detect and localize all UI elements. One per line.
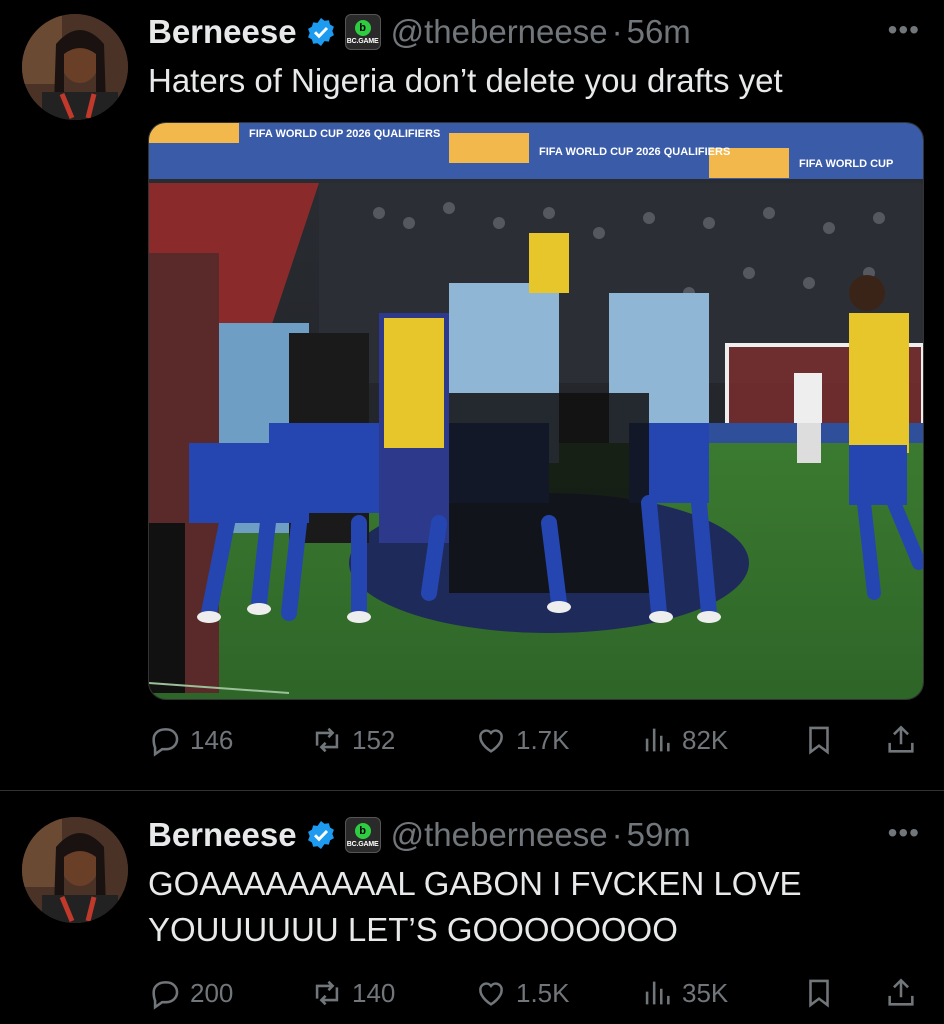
- tweet-media[interactable]: FIFA WORLD CUP 2026 QUALIFIERS FIFA WORL…: [148, 122, 924, 700]
- tweet-2[interactable]: Berneese b BC.GAME @theberneese · 59m ••…: [0, 791, 944, 1024]
- reply-count: 200: [190, 977, 234, 1008]
- repost-icon: [315, 980, 339, 1006]
- reply-button[interactable]: 146: [148, 720, 233, 760]
- views-button[interactable]: 82K: [640, 720, 728, 760]
- reply-icon: [152, 728, 179, 757]
- share-button[interactable]: [884, 720, 926, 760]
- heart-icon: [479, 729, 503, 753]
- more-options-icon[interactable]: •••: [888, 817, 920, 849]
- timestamp[interactable]: 56m: [627, 13, 691, 51]
- media-photo: FIFA WORLD CUP 2026 QUALIFIERS FIFA WORL…: [149, 123, 923, 699]
- like-button[interactable]: 1.7K: [474, 720, 570, 760]
- handle[interactable]: @theberneese: [391, 816, 608, 854]
- like-button[interactable]: 1.5K: [474, 973, 570, 1013]
- tweet-header: Berneese b BC.GAME @theberneese · 59m: [148, 815, 691, 855]
- like-count: 1.7K: [516, 724, 570, 755]
- affiliate-badge[interactable]: b BC.GAME: [344, 817, 381, 853]
- bookmark-icon: [809, 726, 829, 755]
- reply-icon: [152, 981, 179, 1010]
- avatar[interactable]: [22, 817, 128, 923]
- timestamp[interactable]: 59m: [627, 816, 691, 854]
- bookmark-button[interactable]: [802, 973, 844, 1013]
- affiliate-badge[interactable]: b BC.GAME: [344, 14, 381, 50]
- verified-badge-icon[interactable]: [305, 16, 337, 48]
- repost-button[interactable]: 140: [310, 973, 395, 1013]
- separator-dot: ·: [611, 13, 623, 50]
- share-button[interactable]: [884, 973, 926, 1013]
- repost-count: 140: [352, 977, 396, 1008]
- views-icon: [645, 728, 670, 752]
- views-button[interactable]: 35K: [640, 973, 728, 1013]
- tweet-actions: 146 152 1.7K 82K: [148, 720, 924, 760]
- tweet-text-line: GOAAAAAAAAAL GABON I FVCKEN LOVE: [148, 865, 802, 902]
- bookmark-icon: [809, 979, 829, 1008]
- heart-icon: [479, 982, 503, 1006]
- reply-button[interactable]: 200: [148, 973, 233, 1013]
- verified-badge-icon[interactable]: [305, 819, 337, 851]
- views-icon: [645, 981, 670, 1005]
- tweet-header: Berneese b BC.GAME @theberneese · 56m: [148, 12, 691, 52]
- bc-game-logo-icon: b: [354, 822, 371, 839]
- tweet-text-line: YOUUUUUU LET’S GOOOOOOOO: [148, 911, 678, 948]
- separator-dot: ·: [611, 816, 623, 853]
- display-name[interactable]: Berneese: [148, 13, 297, 51]
- svg-text:FIFA WORLD CUP: FIFA WORLD CUP: [799, 158, 893, 170]
- tweet-actions: 200 140 1.5K 35K: [148, 973, 924, 1013]
- like-count: 1.5K: [516, 977, 570, 1008]
- tweet-text: GOAAAAAAAAAL GABON I FVCKEN LOVE YOUUUUU…: [148, 861, 802, 953]
- bc-game-logo-icon: b: [354, 19, 371, 36]
- repost-button[interactable]: 152: [310, 720, 395, 760]
- display-name[interactable]: Berneese: [148, 816, 297, 854]
- svg-text:FIFA WORLD CUP 2026 QUALIFIERS: FIFA WORLD CUP 2026 QUALIFIERS: [539, 146, 730, 158]
- tweet-1[interactable]: Berneese b BC.GAME @theberneese · 56m ••…: [0, 0, 944, 790]
- tweet-text: Haters of Nigeria don’t delete you draft…: [148, 62, 783, 99]
- repost-count: 152: [352, 724, 396, 755]
- reply-count: 146: [190, 724, 234, 755]
- repost-icon: [315, 727, 339, 753]
- svg-text:FIFA WORLD CUP 2026 QUALIFIERS: FIFA WORLD CUP 2026 QUALIFIERS: [249, 128, 440, 140]
- share-icon: [888, 978, 914, 1006]
- more-options-icon[interactable]: •••: [888, 14, 920, 46]
- avatar[interactable]: [22, 14, 128, 120]
- bookmark-button[interactable]: [802, 720, 844, 760]
- share-icon: [888, 725, 914, 753]
- views-count: 82K: [682, 724, 729, 755]
- handle[interactable]: @theberneese: [391, 13, 608, 51]
- views-count: 35K: [682, 977, 729, 1008]
